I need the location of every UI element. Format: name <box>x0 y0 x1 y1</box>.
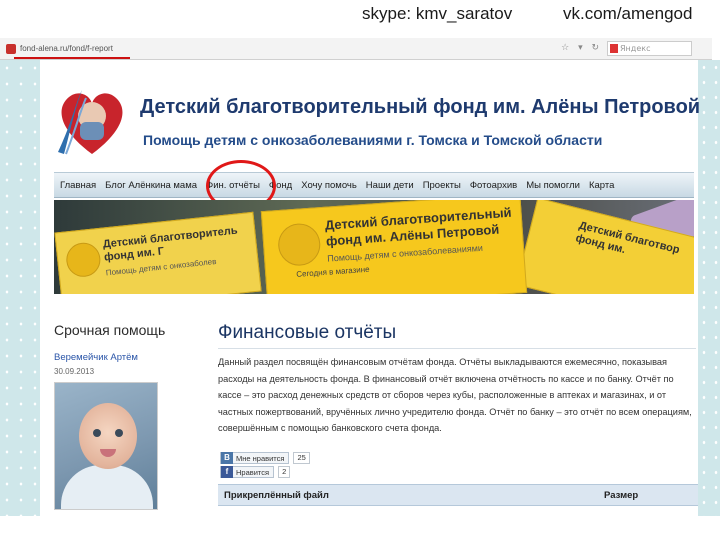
fb-like-row: f Нравится 2 <box>220 466 291 478</box>
yandex-search-input[interactable]: Яндекс <box>607 41 692 56</box>
decor-frame-left <box>0 60 40 516</box>
browser-nav-icons[interactable]: ☆ ▾ ↻ <box>561 43 602 53</box>
attached-files-table-header: Прикреплённый файл Размер <box>218 484 698 506</box>
vk-like-row: В Мне нравится 25 <box>220 452 310 464</box>
child-photo[interactable] <box>54 382 158 510</box>
card-logo-icon <box>276 222 322 268</box>
main-menu: Главная Блог Алёнкина мама Фин. отчёты Ф… <box>54 172 694 198</box>
col-size[interactable]: Размер <box>604 490 638 501</box>
yandex-logo-icon <box>610 44 618 53</box>
menu-item-projects[interactable]: Проекты <box>423 180 461 191</box>
vk-caption: vk.com/amengod <box>563 4 693 23</box>
fb-like-count: 2 <box>278 466 291 478</box>
fund-logo-icon[interactable] <box>52 82 132 162</box>
skype-caption: skype: kmv_saratov <box>362 4 513 23</box>
menu-item-photo-archive[interactable]: Фотоархив <box>470 180 517 191</box>
facebook-icon: f <box>221 466 233 478</box>
url-highlight-underline <box>14 57 130 59</box>
banner-card-left: Детский благотворитель фонд им. Г Помощь… <box>54 211 262 294</box>
card-logo-icon <box>64 241 103 279</box>
page-title: Финансовые отчёты <box>218 322 397 343</box>
vk-icon: В <box>221 452 233 464</box>
menu-item-home[interactable]: Главная <box>60 180 96 191</box>
child-date: 30.09.2013 <box>54 367 95 376</box>
banner-card-center: Детский благотворительный фонд им. Алёны… <box>260 200 528 294</box>
page-description: Данный раздел посвящён финансовым отчёта… <box>218 357 692 433</box>
yandex-search-placeholder: Яндекс <box>620 44 651 53</box>
menu-item-map[interactable]: Карта <box>589 180 614 191</box>
site-favicon-icon <box>6 43 16 54</box>
urgent-help-heading: Срочная помощь <box>54 322 166 338</box>
header-banner: Детский благотворитель фонд им. Г Помощь… <box>54 200 694 294</box>
fb-like-button[interactable]: f Нравится <box>220 466 275 478</box>
menu-item-our-children[interactable]: Наши дети <box>366 180 414 191</box>
decor-frame-right <box>698 60 720 516</box>
menu-item-want-help[interactable]: Хочу помочь <box>301 180 357 191</box>
menu-item-blog[interactable]: Блог Алёнкина мама <box>105 180 197 191</box>
child-name-link[interactable]: Веремейчик Артём <box>54 352 138 363</box>
col-attached-file[interactable]: Прикреплённый файл <box>224 490 604 501</box>
menu-item-we-helped[interactable]: Мы помогли <box>526 180 580 191</box>
url-text[interactable]: fond-alena.ru/fond/f-report <box>20 44 113 53</box>
title-divider <box>218 348 696 349</box>
vk-like-count: 25 <box>293 452 310 464</box>
vk-like-button[interactable]: В Мне нравится <box>220 452 290 464</box>
site-subtitle: Помощь детям с онкозаболеваниями г. Томс… <box>143 132 603 148</box>
site-title: Детский благотворительный фонд им. Алёны… <box>140 96 701 118</box>
web-page: Детский благотворительный фонд им. Алёны… <box>40 60 701 516</box>
